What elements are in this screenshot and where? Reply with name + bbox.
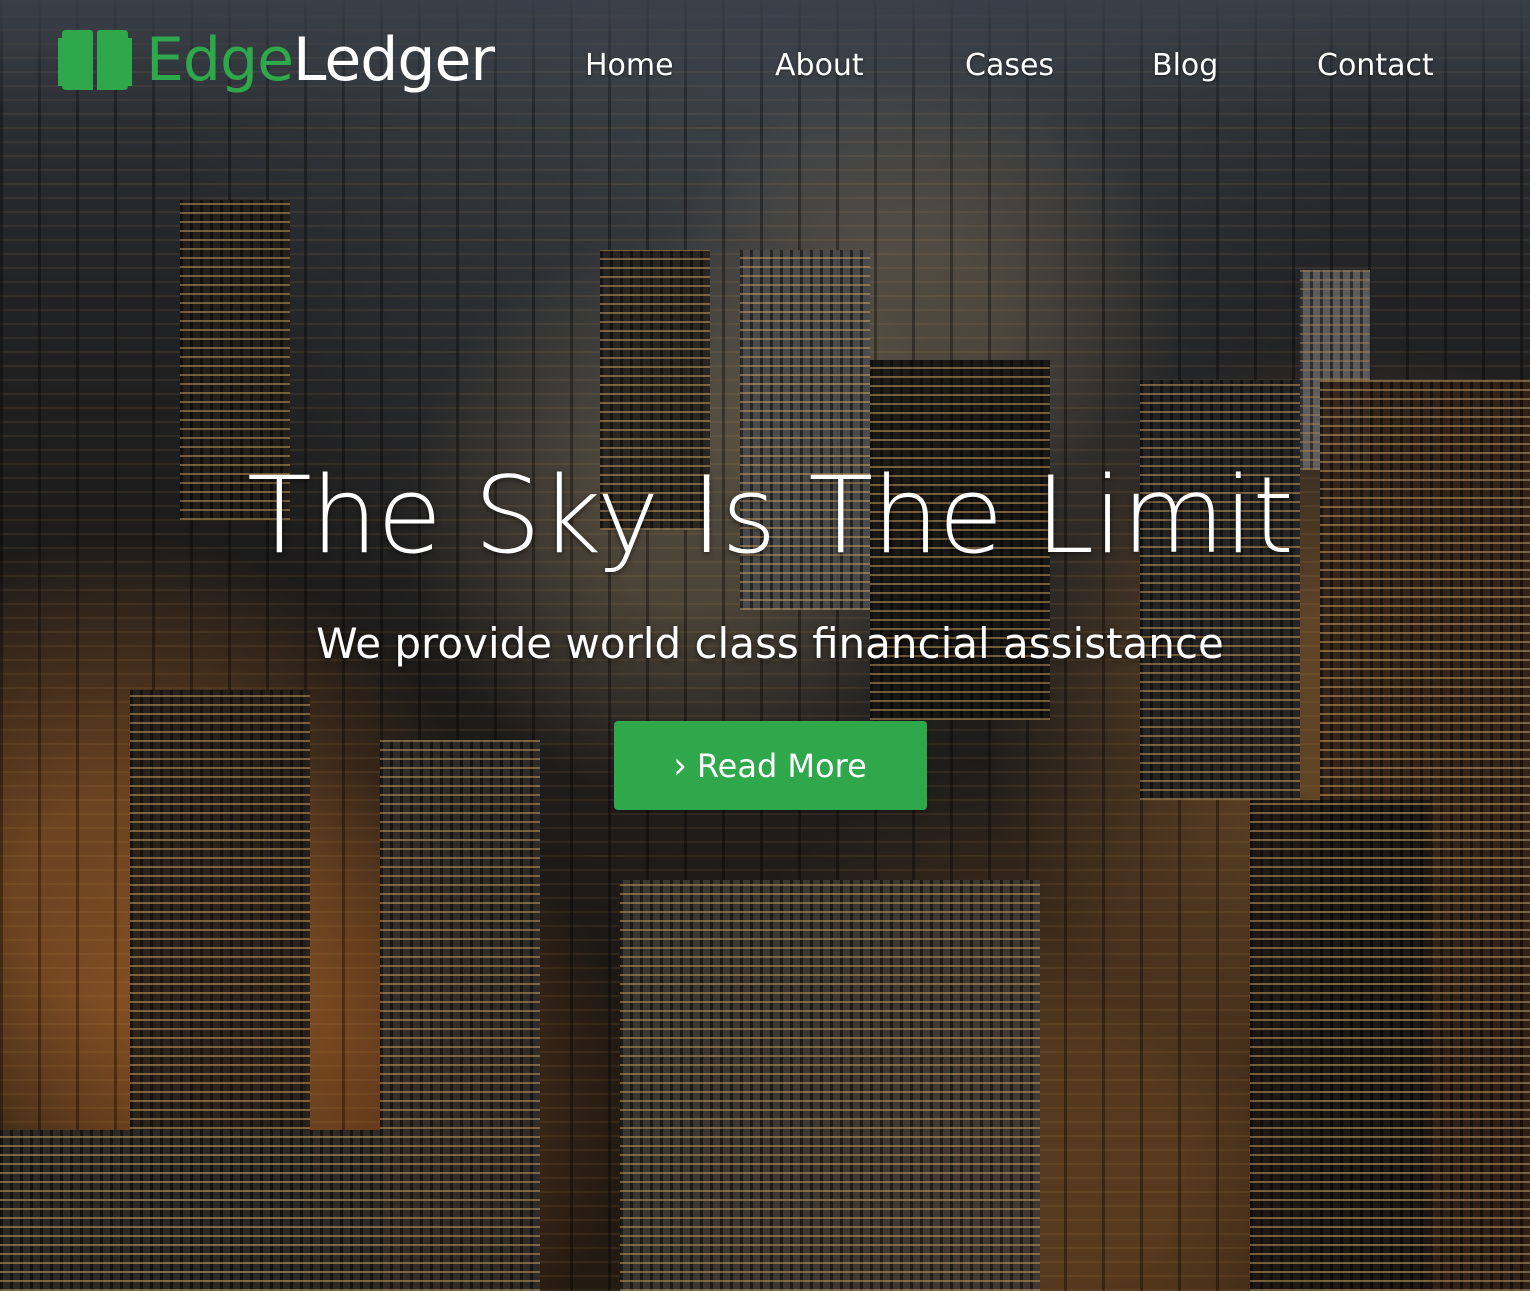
nav-item-blog[interactable]: Blog xyxy=(1152,48,1218,83)
logo-text-ledger: Ledger xyxy=(293,25,495,95)
read-more-label: Read More xyxy=(696,746,867,785)
hero-subheadline: We provide world class financial assista… xyxy=(316,618,1224,668)
nav-item-home[interactable]: Home xyxy=(585,48,674,83)
nav-item-cases[interactable]: Cases xyxy=(965,48,1054,83)
read-more-button[interactable]: › Read More xyxy=(613,721,927,811)
hero-headline: The Sky Is The Limit xyxy=(247,454,1294,577)
hero-content: The Sky Is The Limit We provide world cl… xyxy=(0,454,1530,811)
logo-text-edge: Edge xyxy=(146,25,294,95)
chevron-right-icon: › xyxy=(673,743,687,788)
logo-text: EdgeLedger xyxy=(146,30,495,90)
site-logo[interactable]: EdgeLedger xyxy=(58,30,495,90)
site-header: EdgeLedger Home About Cases Blog Contact xyxy=(0,0,1530,140)
hero-section: EdgeLedger Home About Cases Blog Contact… xyxy=(0,0,1530,1291)
nav-item-about[interactable]: About xyxy=(775,48,864,83)
open-book-icon xyxy=(58,30,132,90)
nav-item-contact[interactable]: Contact xyxy=(1317,48,1434,83)
